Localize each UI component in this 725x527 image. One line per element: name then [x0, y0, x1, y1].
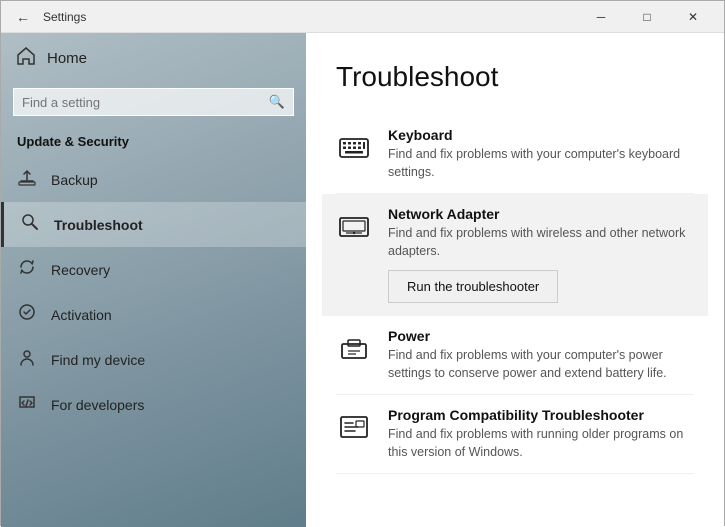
- fordevelopers-icon: [17, 393, 37, 416]
- search-input[interactable]: [22, 95, 269, 110]
- network-desc: Find and fix problems with wireless and …: [388, 225, 694, 260]
- sidebar-item-backup[interactable]: Backup: [1, 157, 306, 202]
- sidebar-section-title: Update & Security: [1, 128, 306, 157]
- title-bar: ← Settings ─ □ ✕: [1, 1, 724, 33]
- backup-icon: [17, 168, 37, 191]
- power-text: Power Find and fix problems with your co…: [388, 328, 694, 382]
- home-icon: [17, 47, 35, 70]
- findmydevice-label: Find my device: [51, 352, 145, 368]
- sidebar-item-troubleshoot[interactable]: Troubleshoot: [1, 202, 306, 247]
- keyboard-desc: Find and fix problems with your computer…: [388, 146, 694, 181]
- fordevelopers-label: For developers: [51, 397, 144, 413]
- sidebar-item-fordevelopers[interactable]: For developers: [1, 382, 306, 427]
- close-button[interactable]: ✕: [670, 1, 716, 33]
- recovery-icon: [17, 258, 37, 281]
- activation-icon: [17, 303, 37, 326]
- minimize-button[interactable]: ─: [578, 1, 624, 33]
- compat-item: Program Compatibility Troubleshooter Fin…: [336, 395, 694, 474]
- activation-label: Activation: [51, 307, 112, 323]
- sidebar-item-home[interactable]: Home: [1, 33, 306, 84]
- power-icon: [336, 330, 372, 366]
- window-controls: ─ □ ✕: [578, 1, 716, 33]
- home-label: Home: [47, 50, 87, 67]
- keyboard-title: Keyboard: [388, 127, 694, 143]
- keyboard-item: Keyboard Find and fix problems with your…: [336, 115, 694, 194]
- backup-label: Backup: [51, 172, 98, 188]
- main-layout: Home 🔍 Update & Security Backup: [1, 33, 724, 527]
- content-area: Troubleshoot Keyboard: [306, 33, 724, 527]
- sidebar-item-findmydevice[interactable]: Find my device: [1, 337, 306, 382]
- power-item: Power Find and fix problems with your co…: [336, 316, 694, 395]
- search-box[interactable]: 🔍: [13, 88, 294, 116]
- troubleshoot-icon: [20, 213, 40, 236]
- compat-desc: Find and fix problems with running older…: [388, 426, 694, 461]
- back-button[interactable]: ←: [9, 3, 37, 31]
- sidebar-item-recovery[interactable]: Recovery: [1, 247, 306, 292]
- compat-icon: [336, 409, 372, 445]
- search-icon: 🔍: [269, 94, 285, 110]
- troubleshoot-label: Troubleshoot: [54, 217, 143, 233]
- sidebar: Home 🔍 Update & Security Backup: [1, 33, 306, 527]
- keyboard-text: Keyboard Find and fix problems with your…: [388, 127, 694, 181]
- network-item: Network Adapter Find and fix problems wi…: [322, 194, 708, 316]
- network-title: Network Adapter: [388, 206, 694, 222]
- power-desc: Find and fix problems with your computer…: [388, 347, 694, 382]
- maximize-button[interactable]: □: [624, 1, 670, 33]
- compat-title: Program Compatibility Troubleshooter: [388, 407, 694, 423]
- network-icon: [336, 208, 372, 244]
- findmydevice-icon: [17, 348, 37, 371]
- page-title: Troubleshoot: [336, 61, 694, 93]
- recovery-label: Recovery: [51, 262, 110, 278]
- run-troubleshooter-button[interactable]: Run the troubleshooter: [388, 270, 558, 303]
- network-text: Network Adapter Find and fix problems wi…: [388, 206, 694, 303]
- power-title: Power: [388, 328, 694, 344]
- sidebar-item-activation[interactable]: Activation: [1, 292, 306, 337]
- window-title: Settings: [37, 10, 578, 24]
- compat-text: Program Compatibility Troubleshooter Fin…: [388, 407, 694, 461]
- keyboard-icon: [336, 129, 372, 165]
